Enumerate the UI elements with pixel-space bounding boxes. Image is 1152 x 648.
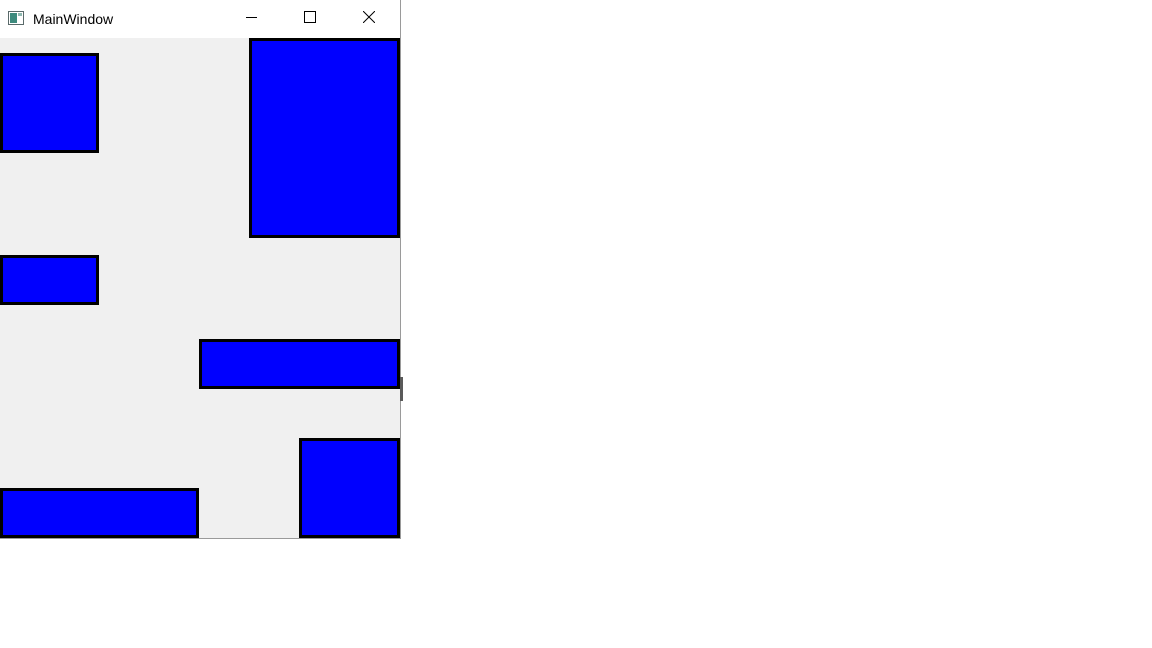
blue-rectangle: [0, 53, 99, 153]
window-title: MainWindow: [33, 11, 114, 27]
blue-rectangle: [0, 255, 99, 305]
minimize-button[interactable]: [223, 0, 281, 38]
minimize-icon: [246, 10, 258, 28]
maximize-button[interactable]: [281, 0, 339, 38]
blue-rectangle: [0, 488, 199, 538]
close-icon: [362, 10, 376, 28]
main-window: MainWindow: [0, 0, 401, 539]
blue-rectangle: [199, 339, 400, 389]
blue-rectangle: [249, 38, 400, 238]
close-button[interactable]: [340, 0, 398, 38]
maximize-icon: [304, 10, 316, 28]
app-window-icon: [8, 11, 24, 25]
blue-rectangle: [299, 438, 400, 538]
client-area: [0, 38, 400, 538]
window-resize-grip[interactable]: [400, 377, 403, 401]
title-bar[interactable]: MainWindow: [0, 0, 400, 38]
